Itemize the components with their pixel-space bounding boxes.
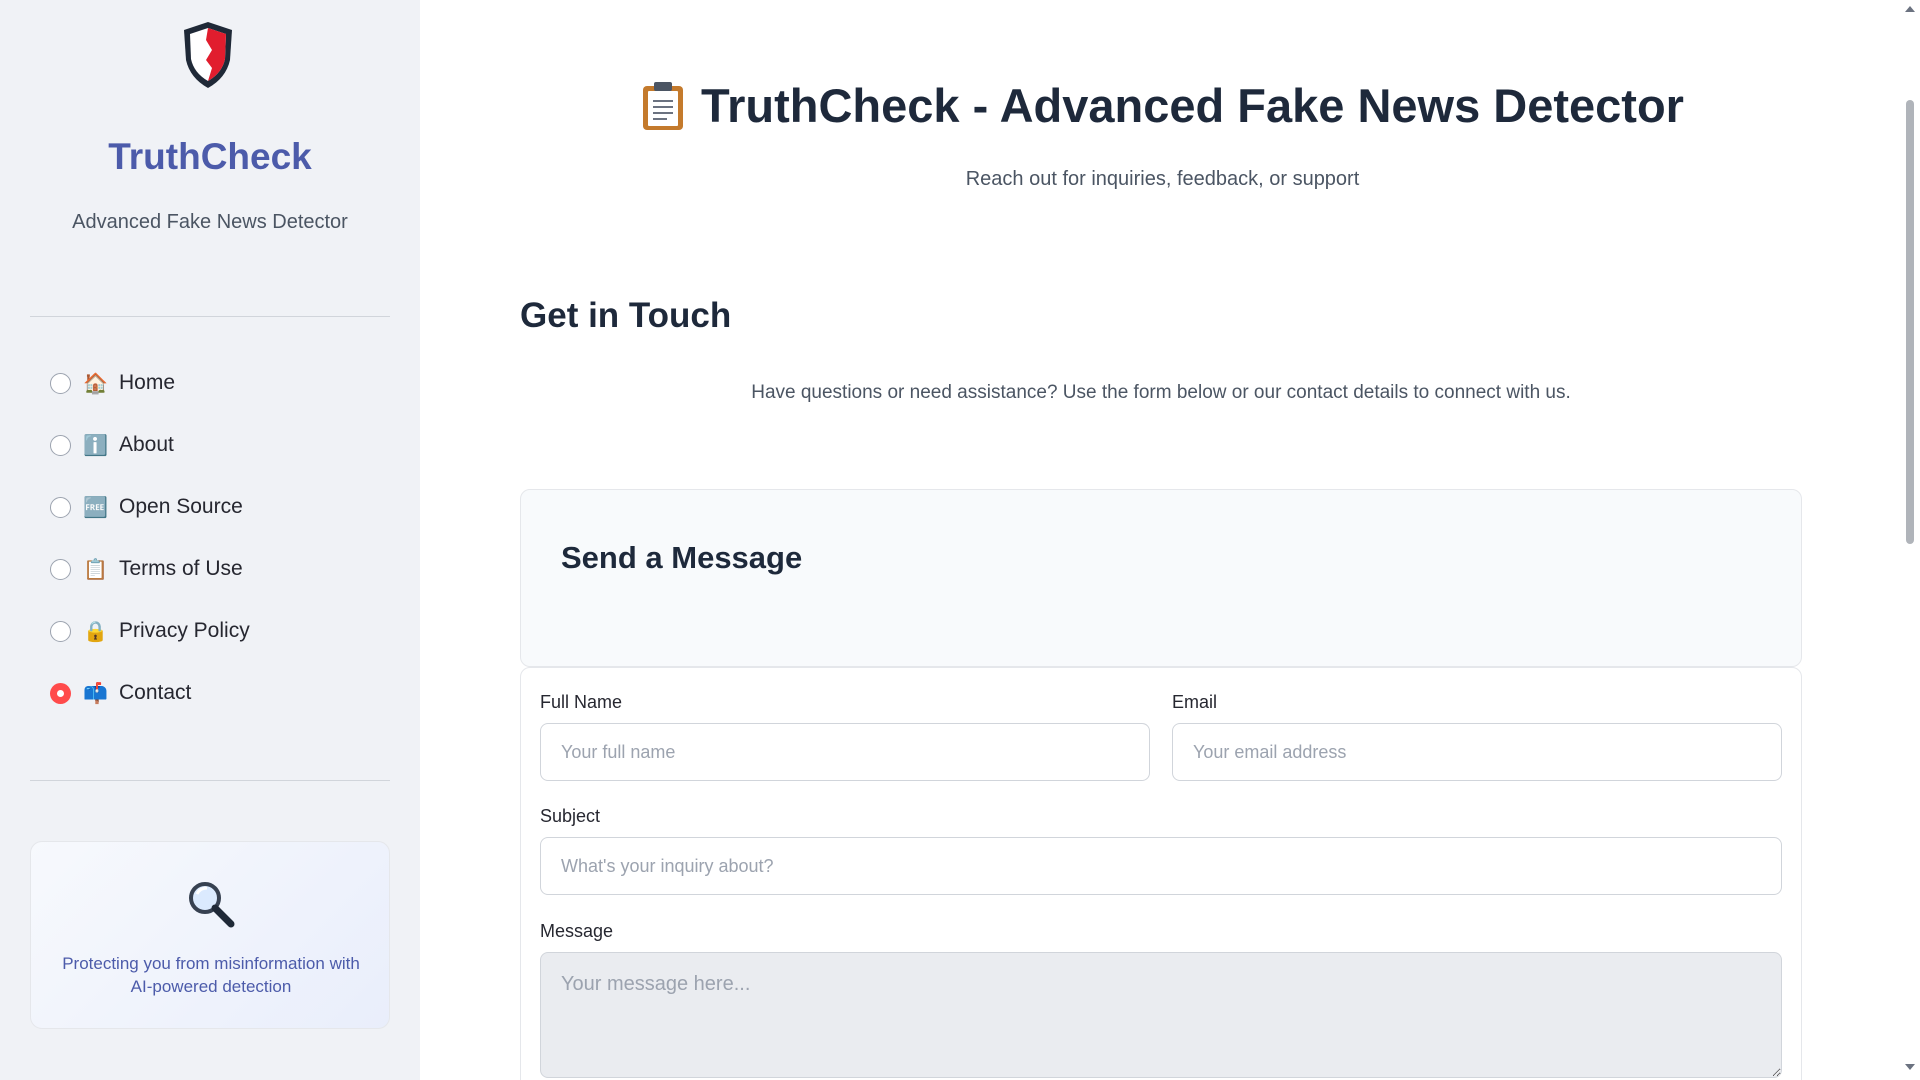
free-icon: 🆓 — [83, 496, 108, 519]
contact-form: Full Name Email Subject Message — [520, 667, 1802, 1080]
scroll-down-arrow-icon[interactable] — [1905, 1064, 1915, 1070]
subject-label: Subject — [540, 806, 601, 826]
nav-item-label: Privacy Policy — [119, 619, 250, 642]
radio-privacy[interactable] — [50, 620, 71, 642]
nav-item-label: Terms of Use — [119, 557, 243, 580]
shield-logo-icon — [184, 22, 232, 88]
page-subtitle: Reach out for inquiries, feedback, or su… — [965, 168, 1360, 190]
section-description: Have questions or need assistance? Use t… — [751, 382, 1571, 403]
subject-input[interactable] — [540, 837, 1782, 895]
brand-subtitle: Advanced Fake News Detector — [72, 211, 348, 233]
scroll-up-arrow-icon[interactable] — [1905, 6, 1915, 12]
info-card-text: Protecting you from misinformation with … — [62, 954, 360, 996]
nav-item-contact[interactable]: 📫 Contact — [50, 678, 370, 708]
sidebar-divider-bottom — [30, 780, 390, 781]
info-icon: ℹ️ — [83, 434, 108, 457]
nav-item-terms[interactable]: 📋 Terms of Use — [50, 554, 370, 584]
message-textarea[interactable] — [540, 952, 1782, 1078]
radio-contact[interactable] — [50, 682, 71, 704]
full-name-input[interactable] — [540, 723, 1150, 781]
nav-item-label: About — [119, 433, 174, 456]
message-card-header: Send a Message — [520, 489, 1802, 667]
email-label: Email — [1172, 692, 1218, 712]
full-name-label: Full Name — [540, 692, 623, 712]
sidebar: TruthCheck Advanced Fake News Detector 🏠… — [0, 0, 420, 1080]
scrollbar-thumb[interactable] — [1906, 100, 1914, 544]
page-scrollbar[interactable] — [1900, 0, 1920, 1080]
nav-item-open-source[interactable]: 🆓 Open Source — [50, 492, 370, 522]
nav-item-about[interactable]: ℹ️ About — [50, 430, 370, 460]
magnifying-glass-icon — [189, 882, 235, 928]
message-label: Message — [540, 921, 614, 941]
sidebar-divider-top — [30, 316, 390, 317]
section-heading: Get in Touch — [520, 296, 732, 335]
radio-terms[interactable] — [50, 558, 71, 580]
nav-item-label: Home — [119, 371, 176, 394]
radio-home[interactable] — [50, 372, 71, 394]
nav-item-label: Open Source — [119, 495, 243, 518]
mailbox-icon: 📫 — [83, 682, 108, 705]
page-title-text: TruthCheck - Advanced Fake News Detector — [701, 79, 1684, 132]
clipboard-icon: 📋 — [83, 558, 108, 581]
info-card: Protecting you from misinformation with … — [30, 841, 390, 1029]
nav-item-label: Contact — [119, 681, 192, 704]
nav-item-home[interactable]: 🏠 Home — [50, 368, 370, 398]
brand-title: TruthCheck — [108, 136, 312, 177]
card-title: Send a Message — [561, 540, 803, 575]
lock-icon: 🔒 — [83, 620, 108, 643]
home-icon: 🏠 — [83, 372, 108, 395]
clipboard-icon — [643, 81, 684, 130]
email-input[interactable] — [1172, 723, 1782, 781]
nav-item-privacy[interactable]: 🔒 Privacy Policy — [50, 616, 370, 646]
page-title: TruthCheck - Advanced Fake News Detector — [420, 78, 1905, 133]
radio-open-source[interactable] — [50, 496, 71, 518]
radio-about[interactable] — [50, 434, 71, 456]
